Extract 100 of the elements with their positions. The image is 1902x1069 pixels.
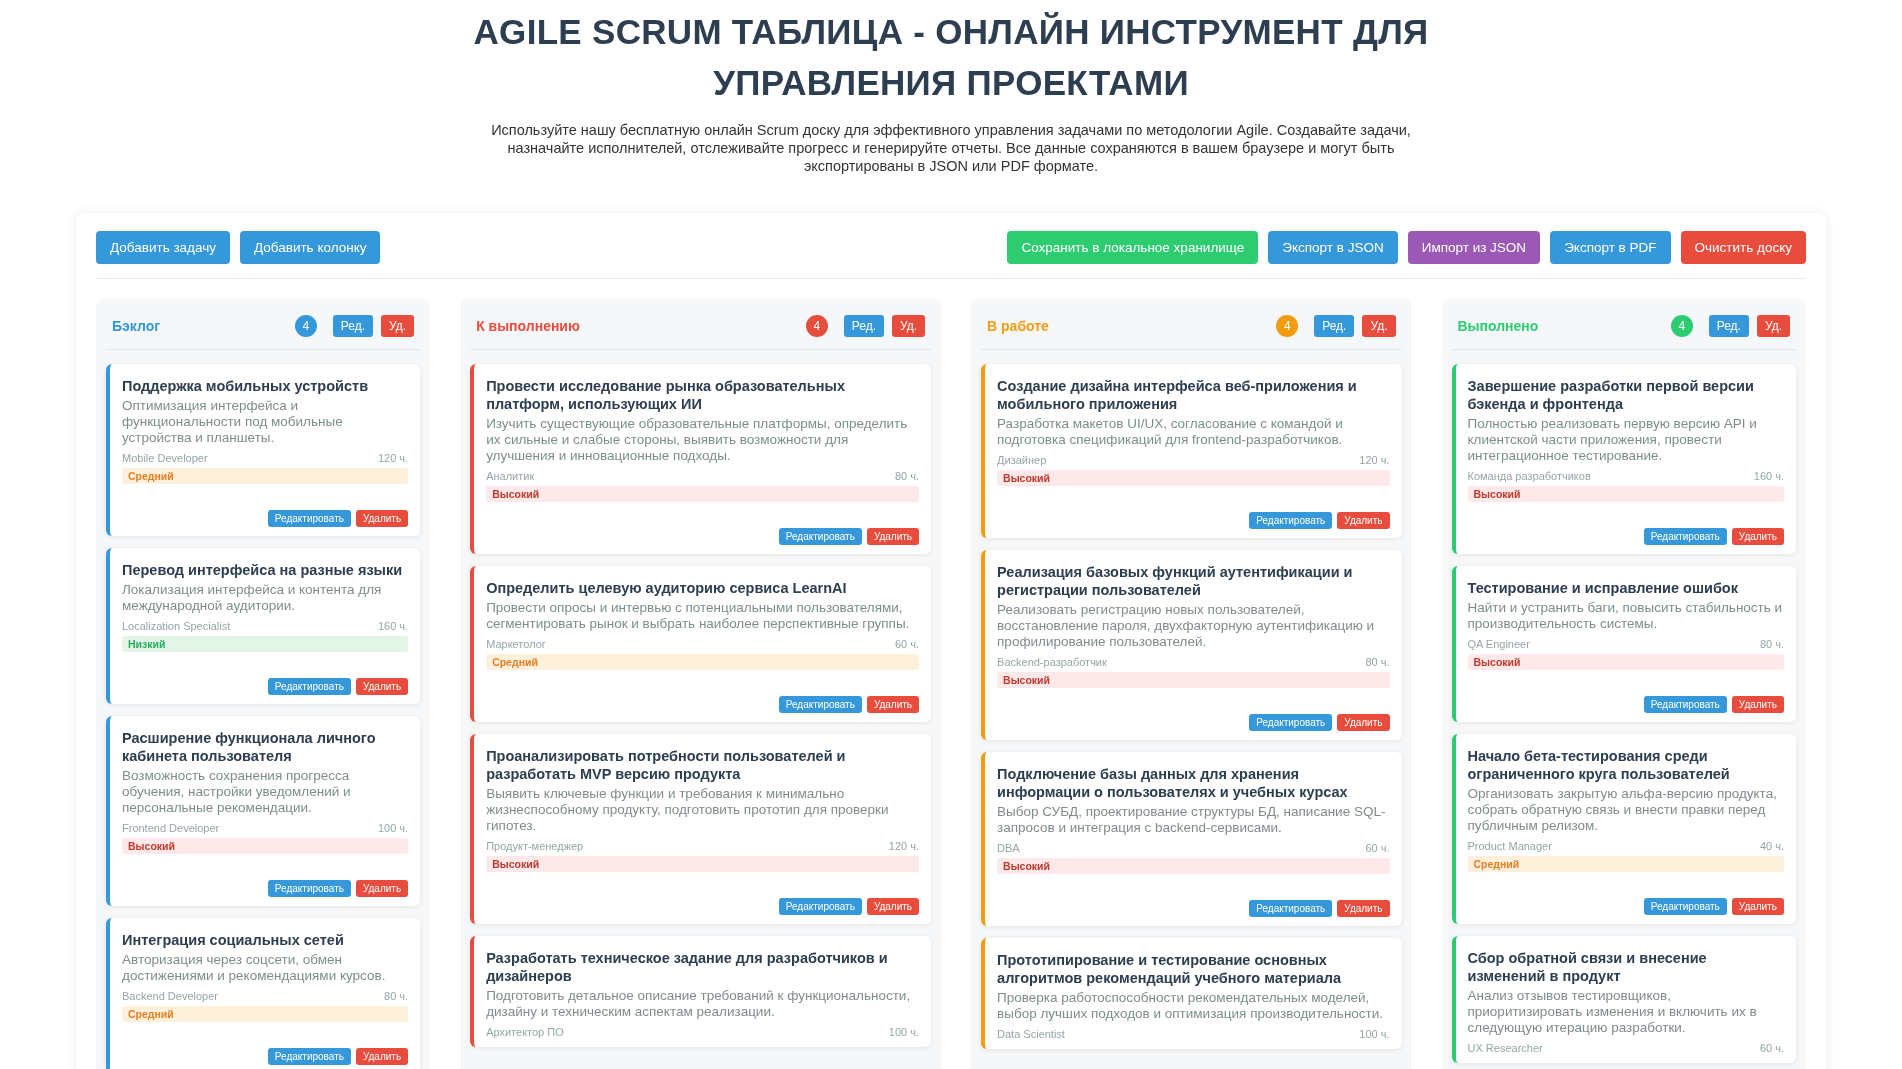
priority-label: Высокий (486, 486, 920, 502)
edit-task-button[interactable]: Редактировать (1249, 714, 1333, 731)
edit-column-button[interactable]: Ред. (1708, 315, 1749, 337)
task-description: Анализ отзывов тестировщиков, приоритизировать изменения и включить их в следующую итерацию разработки. (1467, 988, 1758, 1036)
task-description: Оптимизация интерфейса и функциональности под мобильные устройства и планшеты. (122, 398, 344, 446)
task-assignee: Localization Specialist (122, 620, 231, 632)
task-assignee: Продукт-менеджер (486, 840, 584, 852)
delete-task-button[interactable]: Удалить (355, 510, 409, 527)
priority-label: Низкий (122, 636, 409, 652)
edit-column-button[interactable]: Ред. (332, 315, 374, 337)
task-assignee: QA Engineer (1467, 638, 1530, 650)
priority-label: Высокий (997, 672, 1390, 688)
delete-task-button[interactable]: Удалить (866, 898, 920, 915)
task-description: Выявить ключевые функции и требования к минимально жизнеспособному продукту, подготовить прототип для проверки гипотез. (486, 786, 890, 834)
edit-task-button[interactable]: Редактировать (1643, 898, 1727, 915)
toolbar-button[interactable]: Очистить доску (1680, 231, 1806, 264)
task-hours: 80 ч. (1365, 656, 1390, 668)
edit-task-button[interactable]: Редактировать (267, 510, 351, 527)
task-hours: 80 ч. (1759, 638, 1784, 650)
edit-task-button[interactable]: Редактировать (267, 1048, 351, 1065)
task-assignee: Дизайнер (997, 454, 1047, 466)
task-assignee: Backend Developer (122, 990, 218, 1002)
delete-task-button[interactable]: Удалить (355, 678, 409, 695)
task-hours: 160 ч. (377, 620, 409, 632)
task-title: Начало бета-тестирования среди ограниченного круга пользователей (1467, 747, 1731, 783)
column-title: В работе (987, 318, 1050, 334)
delete-column-button[interactable]: Уд. (1756, 315, 1790, 337)
toolbar-button[interactable]: Сохранить в локальное хранилище (1007, 231, 1259, 264)
task-description: Найти и устранить баги, повысить стабильность и производительность системы. (1467, 600, 1784, 632)
column-title: Бэклог (112, 318, 162, 334)
task-description: Полностью реализовать первую версию API и клиентской части приложения, провести интеграционное тестирование. (1467, 416, 1758, 464)
priority-label: Средний (122, 468, 409, 484)
task-title: Подключение базы данных для хранения информации о пользователях и учебных курсах (997, 765, 1349, 801)
delete-task-button[interactable]: Удалить (866, 696, 920, 713)
priority-label: Высокий (1467, 486, 1784, 502)
delete-task-button[interactable]: Удалить (355, 880, 409, 897)
task-description: Выбор СУБД, проектирование структуры БД, написание SQL-запросов и интеграция с backend-сервисами. (997, 804, 1387, 836)
edit-task-button[interactable]: Редактировать (267, 880, 351, 897)
delete-task-button[interactable]: Удалить (1337, 900, 1390, 917)
delete-task-button[interactable]: Удалить (1337, 512, 1390, 529)
priority-label: Высокий (122, 838, 409, 854)
task-assignee: Data Scientist (997, 1028, 1065, 1040)
task-hours: 60 ч. (1759, 1042, 1784, 1054)
delete-column-button[interactable]: Уд. (892, 315, 926, 337)
toolbar-button[interactable]: Импорт из JSON (1407, 231, 1541, 264)
delete-task-button[interactable]: Удалить (1731, 898, 1784, 915)
task-title: Поддержка мобильных устройств (122, 377, 370, 395)
priority-label: Высокий (997, 858, 1390, 874)
task-assignee: Аналитик (486, 470, 535, 482)
priority-label: Средний (122, 1006, 409, 1022)
task-description: Авторизация через соцсети, обмен достижениями и рекомендациями курсов. (122, 952, 387, 984)
task-title: Реализация базовых функций аутентификации и регистрации пользователей (997, 563, 1354, 599)
task-hours: 80 ч. (384, 990, 409, 1002)
task-assignee: DBA (997, 842, 1020, 854)
delete-task-button[interactable]: Удалить (866, 528, 920, 545)
task-description: Подготовить детальное описание требований к функциональности, дизайну и техническим аспектам реализации. (486, 988, 912, 1020)
task-hours: 120 ч. (377, 452, 409, 464)
task-title: Провести исследование рынка образовательных платформ, использующих ИИ (486, 377, 846, 413)
task-assignee: Backend-разработчик (997, 656, 1107, 668)
edit-task-button[interactable]: Редактировать (778, 898, 862, 915)
priority-label: Высокий (486, 856, 920, 872)
task-title: Проанализировать потребности пользователей и разработать MVP версию продукта (486, 747, 847, 783)
task-assignee: Команда разработчиков (1467, 470, 1591, 482)
task-hours: 60 ч. (1365, 842, 1390, 854)
priority-label: Высокий (1467, 654, 1784, 670)
toolbar-button[interactable]: Добавить колонку (240, 231, 381, 264)
edit-task-button[interactable]: Редактировать (778, 696, 862, 713)
toolbar-button[interactable]: Экспорт в PDF (1550, 231, 1671, 264)
priority-label: Высокий (997, 470, 1390, 486)
toolbar-button[interactable]: Экспорт в JSON (1268, 231, 1398, 264)
task-description: Разработка макетов UI/UX, согласование с командой и подготовка спецификаций для frontend-разработчиков. (997, 416, 1344, 448)
delete-task-button[interactable]: Удалить (1731, 696, 1784, 713)
page-title: AGILE SCRUM ТАБЛИЦА - ОНЛАЙН ИНСТРУМЕНТ ДЛЯ УПРАВЛЕНИЯ ПРОЕКТАМИ (472, 11, 1430, 104)
priority-label: Средний (486, 654, 920, 670)
task-assignee: Mobile Developer (122, 452, 208, 464)
delete-column-button[interactable]: Уд. (1362, 315, 1396, 337)
edit-task-button[interactable]: Редактировать (1643, 696, 1727, 713)
task-assignee: UX Researcher (1467, 1042, 1543, 1054)
edit-task-button[interactable]: Редактировать (1249, 900, 1333, 917)
task-hours: 100 ч. (1359, 1028, 1390, 1040)
edit-task-button[interactable]: Редактировать (778, 528, 862, 545)
task-assignee: Product Manager (1467, 840, 1552, 852)
edit-task-button[interactable]: Редактировать (1249, 512, 1333, 529)
task-description: Организовать закрытую альфа-версию продукта, собрать обратную связь и внести правки перед публичным релизом. (1467, 786, 1778, 834)
delete-task-button[interactable]: Удалить (355, 1048, 409, 1065)
edit-task-button[interactable]: Редактировать (267, 678, 351, 695)
task-title: Интеграция социальных сетей (122, 931, 345, 949)
edit-column-button[interactable]: Ред. (1314, 315, 1355, 337)
task-hours: 40 ч. (1759, 840, 1784, 852)
edit-column-button[interactable]: Ред. (843, 315, 885, 337)
delete-task-button[interactable]: Удалить (1337, 714, 1390, 731)
delete-column-button[interactable]: Уд. (381, 315, 415, 337)
task-count-badge: 4 (1670, 315, 1693, 337)
delete-task-button[interactable]: Удалить (1731, 528, 1784, 545)
toolbar-button[interactable]: Добавить задачу (96, 231, 230, 264)
edit-task-button[interactable]: Редактировать (1643, 528, 1727, 545)
task-count-badge: 4 (805, 315, 828, 337)
task-title: Расширение функционала личного кабинета пользователя (122, 729, 377, 765)
task-hours: 60 ч. (894, 638, 920, 650)
task-title: Перевод интерфейса на разные языки (122, 561, 404, 579)
